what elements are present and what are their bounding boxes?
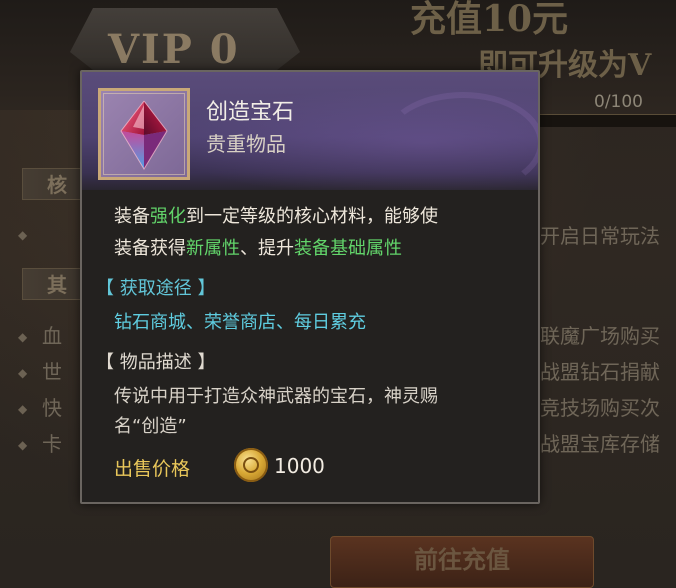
bullet-icon: ◆ bbox=[18, 366, 28, 380]
description-line-1: 传说中用于打造众神武器的宝石，神灵赐 bbox=[114, 386, 438, 407]
effect-line-1: 装备强化到一定等级的核心材料，能够使 bbox=[114, 202, 438, 228]
description-line-2: 名“创造” bbox=[114, 416, 187, 437]
red-gem-icon bbox=[120, 100, 168, 170]
item-tooltip[interactable]: 创造宝石 贵重物品 装备强化到一定等级的核心材料，能够使 装备获得新属性、提升装… bbox=[80, 70, 540, 504]
header-swirl-decoration bbox=[382, 92, 538, 194]
privilege-row-right: 开启日常玩法 bbox=[540, 224, 660, 248]
sell-price-value: 1000 bbox=[274, 454, 325, 478]
privilege-row-left: 世 bbox=[42, 360, 62, 384]
sell-price-label: 出售价格 bbox=[114, 458, 191, 480]
gold-coin-icon bbox=[234, 448, 268, 482]
privilege-row-left: 卡 bbox=[42, 432, 62, 456]
privilege-row-left: 血 bbox=[42, 324, 62, 348]
item-type: 贵重物品 bbox=[206, 132, 286, 156]
privilege-row-right: 竞技场购买次 bbox=[540, 396, 660, 420]
effect-line-2: 装备获得新属性、提升装备基础属性 bbox=[114, 234, 402, 260]
effect-text: 装备获得 bbox=[114, 238, 186, 259]
vip-level-label: VIP 0 bbox=[108, 26, 240, 73]
item-icon-frame bbox=[98, 88, 190, 180]
privilege-row-right: 联魔广场购买 bbox=[540, 324, 660, 348]
bullet-icon: ◆ bbox=[18, 438, 28, 452]
effect-text: 装备 bbox=[114, 206, 150, 227]
privilege-row-right: 战盟钻石捐献 bbox=[540, 360, 660, 384]
privilege-row-right: 战盟宝库存储 bbox=[540, 432, 660, 456]
effect-text: 、提升 bbox=[240, 238, 294, 259]
obtain-sources: 钻石商城、荣誉商店、每日累充 bbox=[114, 312, 366, 333]
item-name: 创造宝石 bbox=[206, 100, 295, 125]
tooltip-header: 创造宝石 贵重物品 bbox=[82, 72, 538, 190]
vip-progress-bar bbox=[520, 114, 676, 127]
effect-keyword: 新属性 bbox=[186, 238, 240, 259]
effect-keyword: 装备基础属性 bbox=[294, 238, 402, 259]
privilege-row-left: 快 bbox=[42, 396, 62, 420]
bullet-icon: ◆ bbox=[18, 402, 28, 416]
effect-keyword: 强化 bbox=[150, 206, 186, 227]
obtain-header: 【 获取途径 】 bbox=[96, 278, 216, 299]
bullet-icon: ◆ bbox=[18, 330, 28, 344]
description-header: 【 物品描述 】 bbox=[96, 352, 216, 373]
vip-progress-text: 0/100 bbox=[594, 92, 643, 112]
effect-text: 到一定等级的核心材料，能够使 bbox=[186, 206, 438, 227]
bullet-icon: ◆ bbox=[18, 228, 28, 242]
recharge-title: 充值10元 bbox=[410, 0, 569, 40]
goto-recharge-button[interactable]: 前往充值 bbox=[330, 536, 594, 588]
